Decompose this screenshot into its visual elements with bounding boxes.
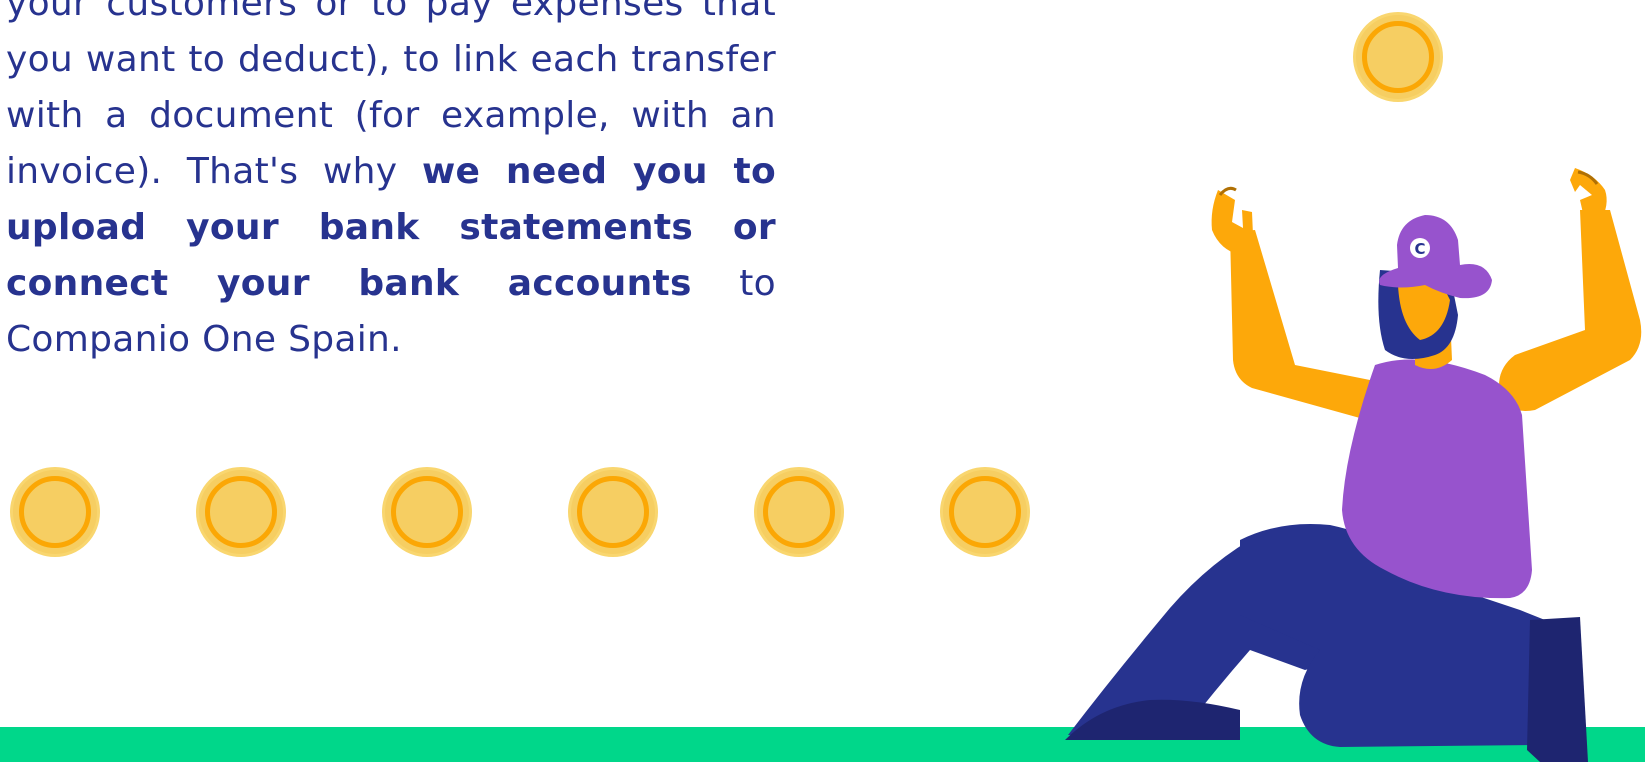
person-arm-left (1230, 230, 1385, 425)
person-illustration: C (1065, 168, 1642, 762)
coin-row (10, 467, 1040, 563)
coin-icon (754, 467, 844, 557)
person-arm-right (1499, 210, 1642, 411)
coin-icon (196, 467, 286, 557)
cap-logo-letter: C (1414, 240, 1425, 258)
coin-icon-top (1353, 12, 1443, 102)
info-paragraph: your customers or to pay expenses that y… (6, 0, 776, 368)
coin-icon (940, 467, 1030, 557)
coin-icon (382, 467, 472, 557)
person-shin-front (1527, 617, 1588, 762)
person-cap (1379, 215, 1492, 299)
coin-icon (568, 467, 658, 557)
person-hand-left (1211, 190, 1254, 255)
coin-icon (10, 467, 100, 557)
